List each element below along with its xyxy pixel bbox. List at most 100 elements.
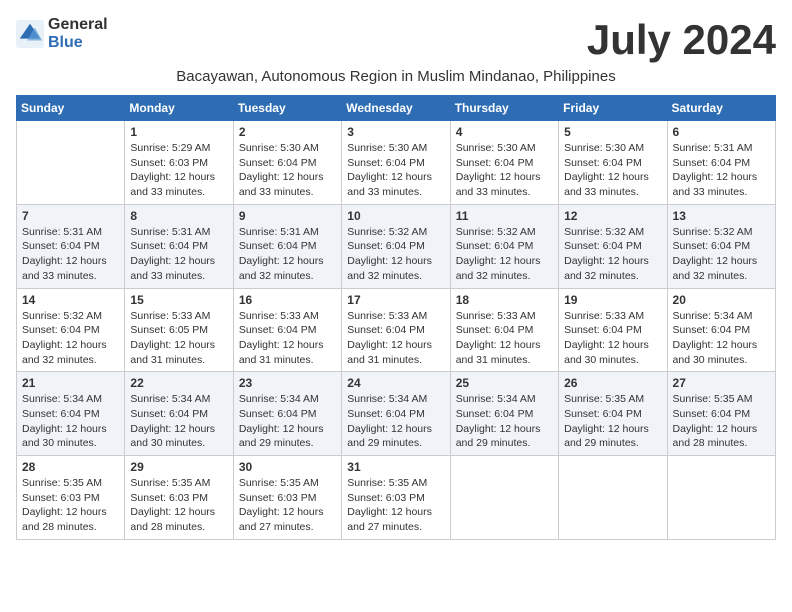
table-row: 4 Sunrise: 5:30 AMSunset: 6:04 PMDaylight…	[450, 121, 558, 205]
table-row: 30 Sunrise: 5:35 AMSunset: 6:03 PMDayligh…	[233, 456, 341, 540]
logo-icon	[16, 20, 44, 48]
day-number: 30	[239, 460, 336, 474]
day-number: 10	[347, 209, 444, 223]
col-friday: Friday	[559, 96, 667, 121]
day-number: 24	[347, 376, 444, 390]
table-row: 28 Sunrise: 5:35 AMSunset: 6:03 PMDayligh…	[17, 456, 125, 540]
day-content: Sunrise: 5:32 AMSunset: 6:04 PMDaylight:…	[347, 225, 444, 284]
calendar-week-row: 28 Sunrise: 5:35 AMSunset: 6:03 PMDayligh…	[17, 456, 776, 540]
day-content: Sunrise: 5:34 AMSunset: 6:04 PMDaylight:…	[347, 392, 444, 451]
day-number: 8	[130, 209, 227, 223]
day-number: 21	[22, 376, 119, 390]
day-number: 4	[456, 125, 553, 139]
day-number: 6	[673, 125, 770, 139]
table-row: 1 Sunrise: 5:29 AMSunset: 6:03 PMDaylight…	[125, 121, 233, 205]
day-content: Sunrise: 5:35 AMSunset: 6:03 PMDaylight:…	[347, 476, 444, 535]
table-row: 21 Sunrise: 5:34 AMSunset: 6:04 PMDayligh…	[17, 372, 125, 456]
day-number: 9	[239, 209, 336, 223]
day-content: Sunrise: 5:33 AMSunset: 6:04 PMDaylight:…	[239, 309, 336, 368]
day-number: 22	[130, 376, 227, 390]
table-row: 16 Sunrise: 5:33 AMSunset: 6:04 PMDayligh…	[233, 288, 341, 372]
day-number: 23	[239, 376, 336, 390]
table-row: 5 Sunrise: 5:30 AMSunset: 6:04 PMDaylight…	[559, 121, 667, 205]
table-row	[667, 456, 775, 540]
day-number: 16	[239, 293, 336, 307]
day-content: Sunrise: 5:34 AMSunset: 6:04 PMDaylight:…	[22, 392, 119, 451]
day-number: 5	[564, 125, 661, 139]
table-row: 7 Sunrise: 5:31 AMSunset: 6:04 PMDaylight…	[17, 204, 125, 288]
day-content: Sunrise: 5:30 AMSunset: 6:04 PMDaylight:…	[347, 141, 444, 200]
table-row: 18 Sunrise: 5:33 AMSunset: 6:04 PMDayligh…	[450, 288, 558, 372]
col-wednesday: Wednesday	[342, 96, 450, 121]
col-sunday: Sunday	[17, 96, 125, 121]
calendar-week-row: 7 Sunrise: 5:31 AMSunset: 6:04 PMDaylight…	[17, 204, 776, 288]
day-number: 18	[456, 293, 553, 307]
day-content: Sunrise: 5:33 AMSunset: 6:04 PMDaylight:…	[456, 309, 553, 368]
table-row: 8Sunrise: 5:31 AMSunset: 6:04 PMDaylight…	[125, 204, 233, 288]
day-number: 1	[130, 125, 227, 139]
day-content: Sunrise: 5:33 AMSunset: 6:04 PMDaylight:…	[347, 309, 444, 368]
day-number: 12	[564, 209, 661, 223]
calendar-week-row: 1 Sunrise: 5:29 AMSunset: 6:03 PMDaylight…	[17, 121, 776, 205]
day-number: 17	[347, 293, 444, 307]
table-row: 13Sunrise: 5:32 AMSunset: 6:04 PMDayligh…	[667, 204, 775, 288]
day-content: Sunrise: 5:35 AMSunset: 6:03 PMDaylight:…	[130, 476, 227, 535]
table-row: 17 Sunrise: 5:33 AMSunset: 6:04 PMDayligh…	[342, 288, 450, 372]
table-row: 22 Sunrise: 5:34 AMSunset: 6:04 PMDayligh…	[125, 372, 233, 456]
day-content: Sunrise: 5:30 AMSunset: 6:04 PMDaylight:…	[456, 141, 553, 200]
table-row: 25 Sunrise: 5:34 AMSunset: 6:04 PMDayligh…	[450, 372, 558, 456]
table-row: 9 Sunrise: 5:31 AMSunset: 6:04 PMDaylight…	[233, 204, 341, 288]
day-content: Sunrise: 5:29 AMSunset: 6:03 PMDaylight:…	[130, 141, 227, 200]
day-number: 2	[239, 125, 336, 139]
table-row: 31Sunrise: 5:35 AMSunset: 6:03 PMDayligh…	[342, 456, 450, 540]
table-row	[450, 456, 558, 540]
day-number: 19	[564, 293, 661, 307]
table-row: 20 Sunrise: 5:34 AMSunset: 6:04 PMDayligh…	[667, 288, 775, 372]
day-number: 3	[347, 125, 444, 139]
day-content: Sunrise: 5:35 AMSunset: 6:03 PMDaylight:…	[239, 476, 336, 535]
day-number: 14	[22, 293, 119, 307]
day-content: Sunrise: 5:35 AMSunset: 6:04 PMDaylight:…	[564, 392, 661, 451]
day-content: Sunrise: 5:34 AMSunset: 6:04 PMDaylight:…	[673, 309, 770, 368]
col-monday: Monday	[125, 96, 233, 121]
day-content: Sunrise: 5:34 AMSunset: 6:04 PMDaylight:…	[130, 392, 227, 451]
table-row: 24 Sunrise: 5:34 AMSunset: 6:04 PMDayligh…	[342, 372, 450, 456]
day-content: Sunrise: 5:34 AMSunset: 6:04 PMDaylight:…	[456, 392, 553, 451]
day-number: 11	[456, 209, 553, 223]
calendar-week-row: 21 Sunrise: 5:34 AMSunset: 6:04 PMDayligh…	[17, 372, 776, 456]
table-row: 6 Sunrise: 5:31 AMSunset: 6:04 PMDaylight…	[667, 121, 775, 205]
table-row: 27 Sunrise: 5:35 AMSunset: 6:04 PMDayligh…	[667, 372, 775, 456]
day-content: Sunrise: 5:33 AMSunset: 6:05 PMDaylight:…	[130, 309, 227, 368]
day-number: 25	[456, 376, 553, 390]
table-row: 11 Sunrise: 5:32 AMSunset: 6:04 PMDayligh…	[450, 204, 558, 288]
day-number: 28	[22, 460, 119, 474]
day-number: 7	[22, 209, 119, 223]
table-row: 2Sunrise: 5:30 AMSunset: 6:04 PMDaylight…	[233, 121, 341, 205]
day-content: Sunrise: 5:30 AMSunset: 6:04 PMDaylight:…	[564, 141, 661, 200]
calendar-header-row: Sunday Monday Tuesday Wednesday Thursday…	[17, 96, 776, 121]
day-number: 13	[673, 209, 770, 223]
day-number: 20	[673, 293, 770, 307]
table-row	[559, 456, 667, 540]
day-content: Sunrise: 5:31 AMSunset: 6:04 PMDaylight:…	[239, 225, 336, 284]
table-row: 29Sunrise: 5:35 AMSunset: 6:03 PMDayligh…	[125, 456, 233, 540]
day-number: 27	[673, 376, 770, 390]
logo-blue: Blue	[48, 34, 83, 51]
logo-general: General	[48, 16, 108, 33]
calendar-week-row: 14 Sunrise: 5:32 AMSunset: 6:04 PMDayligh…	[17, 288, 776, 372]
table-row: 19 Sunrise: 5:33 AMSunset: 6:04 PMDayligh…	[559, 288, 667, 372]
table-row: 26Sunrise: 5:35 AMSunset: 6:04 PMDayligh…	[559, 372, 667, 456]
day-content: Sunrise: 5:31 AMSunset: 6:04 PMDaylight:…	[22, 225, 119, 284]
day-content: Sunrise: 5:31 AMSunset: 6:04 PMDaylight:…	[673, 141, 770, 200]
calendar-subtitle: Bacayawan, Autonomous Region in Muslim M…	[16, 68, 776, 85]
col-saturday: Saturday	[667, 96, 775, 121]
table-row: 23 Sunrise: 5:34 AMSunset: 6:04 PMDayligh…	[233, 372, 341, 456]
day-number: 15	[130, 293, 227, 307]
day-content: Sunrise: 5:32 AMSunset: 6:04 PMDaylight:…	[22, 309, 119, 368]
day-content: Sunrise: 5:32 AMSunset: 6:04 PMDaylight:…	[456, 225, 553, 284]
day-content: Sunrise: 5:34 AMSunset: 6:04 PMDaylight:…	[239, 392, 336, 451]
day-content: Sunrise: 5:35 AMSunset: 6:04 PMDaylight:…	[673, 392, 770, 451]
day-content: Sunrise: 5:35 AMSunset: 6:03 PMDaylight:…	[22, 476, 119, 535]
calendar-table: Sunday Monday Tuesday Wednesday Thursday…	[16, 95, 776, 540]
day-content: Sunrise: 5:33 AMSunset: 6:04 PMDaylight:…	[564, 309, 661, 368]
